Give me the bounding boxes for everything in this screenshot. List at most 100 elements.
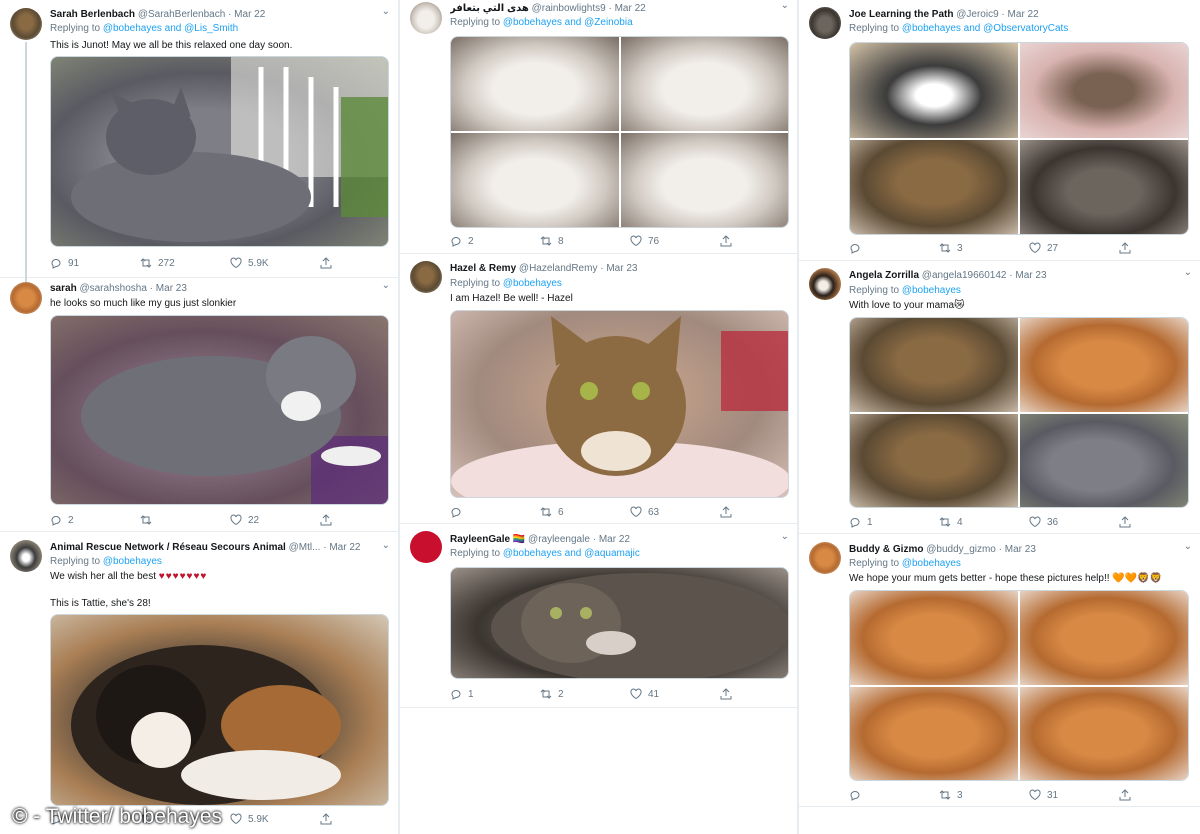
like-button[interactable]: 5.9K xyxy=(230,257,320,269)
share-button[interactable] xyxy=(720,506,732,518)
tweet-photo[interactable] xyxy=(1020,318,1188,412)
share-button[interactable] xyxy=(1119,242,1131,254)
display-name[interactable]: sarah xyxy=(50,283,77,294)
reply-button[interactable] xyxy=(849,789,939,801)
tweet-photo[interactable] xyxy=(50,315,389,505)
reply-button[interactable]: 1 xyxy=(450,688,540,700)
user-handle[interactable]: @sarahshosha xyxy=(79,283,146,294)
mention-link[interactable]: @bobehayes xyxy=(902,285,961,296)
like-button[interactable]: 76 xyxy=(630,235,720,247)
share-button[interactable] xyxy=(320,257,332,269)
tweet-photo[interactable] xyxy=(50,56,389,247)
reply-button[interactable]: 1 xyxy=(849,516,939,528)
tweet-photo[interactable] xyxy=(50,614,389,806)
tweet-photo[interactable] xyxy=(450,567,789,679)
tweet-date[interactable]: Mar 22 xyxy=(599,534,630,545)
mention-link[interactable]: @bobehayes xyxy=(902,558,961,569)
avatar[interactable] xyxy=(809,542,841,574)
tweet-date[interactable]: Mar 22 xyxy=(1008,9,1039,20)
tweet-photo[interactable] xyxy=(451,37,619,131)
reply-button[interactable] xyxy=(849,242,939,254)
display-name[interactable]: Angela Zorrilla xyxy=(849,270,919,281)
mention-link[interactable]: @bobehayes and @Lis_Smith xyxy=(103,23,238,34)
tweet-card[interactable]: Sarah Berlenbach @SarahBerlenbach · Mar … xyxy=(0,0,398,278)
retweet-button[interactable]: 8 xyxy=(540,235,630,247)
tweet-photo[interactable] xyxy=(850,413,1018,507)
display-name[interactable]: Hazel & Remy xyxy=(450,263,516,274)
tweet-date[interactable]: Mar 23 xyxy=(1015,270,1046,281)
tweet-photo[interactable] xyxy=(620,133,788,227)
chevron-down-icon[interactable]: ⌄ xyxy=(1184,267,1192,278)
user-handle[interactable]: @angela19660142 xyxy=(922,270,1007,281)
avatar[interactable] xyxy=(410,2,442,34)
user-handle[interactable]: @HazelandRemy xyxy=(519,263,598,274)
tweet-card[interactable]: sarah @sarahshosha · Mar 23 ⌄ he looks s… xyxy=(0,278,398,532)
tweet-date[interactable]: Mar 22 xyxy=(329,542,360,553)
mention-link[interactable]: @bobehayes and @aquamajic xyxy=(503,548,640,559)
avatar[interactable] xyxy=(410,261,442,293)
tweet-date[interactable]: Mar 22 xyxy=(615,3,646,14)
share-button[interactable] xyxy=(720,688,732,700)
user-handle[interactable]: @rayleengale xyxy=(528,534,590,545)
tweet-photo[interactable] xyxy=(850,43,1018,138)
avatar[interactable] xyxy=(410,531,442,563)
mention-link[interactable]: @bobehayes and @ObservatoryCats xyxy=(902,23,1069,34)
tweet-photo[interactable] xyxy=(850,139,1018,234)
tweet-photo[interactable] xyxy=(620,37,788,131)
tweet-date[interactable]: Mar 23 xyxy=(606,263,637,274)
like-button[interactable]: 5.9K xyxy=(230,813,320,825)
like-button[interactable]: 41 xyxy=(630,688,720,700)
chevron-down-icon[interactable]: ⌄ xyxy=(382,6,390,17)
chevron-down-icon[interactable]: ⌄ xyxy=(382,280,390,291)
tweet-date[interactable]: Mar 23 xyxy=(156,283,187,294)
avatar[interactable] xyxy=(809,7,841,39)
reply-button[interactable]: 2 xyxy=(450,235,540,247)
reply-button[interactable] xyxy=(450,506,540,518)
tweet-card[interactable]: RayleenGale 🏳️‍🌈 @rayleengale · Mar 22 ⌄… xyxy=(400,525,797,708)
tweet-photo[interactable] xyxy=(1020,686,1188,780)
chevron-down-icon[interactable]: ⌄ xyxy=(781,0,789,11)
retweet-button[interactable]: 3 xyxy=(939,789,1029,801)
display-name[interactable]: Sarah Berlenbach xyxy=(50,9,135,20)
like-button[interactable]: 22 xyxy=(230,514,320,526)
share-button[interactable] xyxy=(320,514,332,526)
chevron-down-icon[interactable]: ⌄ xyxy=(382,540,390,551)
like-button[interactable]: 31 xyxy=(1029,789,1119,801)
display-name[interactable]: Animal Rescue Network / Réseau Secours A… xyxy=(50,542,286,553)
user-handle[interactable]: @rainbowlights9 xyxy=(532,3,606,14)
user-handle[interactable]: @Mtl... xyxy=(289,542,321,553)
tweet-card[interactable]: Angela Zorrilla @angela19660142 · Mar 23… xyxy=(799,262,1200,534)
retweet-button[interactable]: 6 xyxy=(540,506,630,518)
display-name[interactable]: هدى التي بتعافر xyxy=(450,3,529,14)
display-name[interactable]: Joe Learning the Path xyxy=(849,9,953,20)
tweet-photo[interactable] xyxy=(1020,43,1188,138)
retweet-button[interactable]: 2 xyxy=(540,688,630,700)
avatar[interactable] xyxy=(10,540,42,572)
chevron-down-icon[interactable]: ⌄ xyxy=(781,531,789,542)
mention-link[interactable]: @bobehayes xyxy=(103,556,162,567)
tweet-date[interactable]: Mar 23 xyxy=(1005,544,1036,555)
display-name[interactable]: RayleenGale 🏳️‍🌈 xyxy=(450,534,525,545)
share-button[interactable] xyxy=(1119,516,1131,528)
avatar[interactable] xyxy=(809,268,841,300)
reply-button[interactable]: 91 xyxy=(50,257,140,269)
tweet-photo[interactable] xyxy=(850,318,1018,412)
tweet-card[interactable]: Buddy & Gizmo @buddy_gizmo · Mar 23 ⌄ Re… xyxy=(799,535,1200,807)
tweet-photo[interactable] xyxy=(451,133,619,227)
retweet-button[interactable]: 4 xyxy=(939,516,1029,528)
tweet-photo[interactable] xyxy=(850,591,1018,685)
tweet-card[interactable]: Animal Rescue Network / Réseau Secours A… xyxy=(0,533,398,834)
user-handle[interactable]: @buddy_gizmo xyxy=(926,544,996,555)
tweet-photo[interactable] xyxy=(1020,591,1188,685)
like-button[interactable]: 27 xyxy=(1029,242,1119,254)
chevron-down-icon[interactable]: ⌄ xyxy=(1184,541,1192,552)
display-name[interactable]: Buddy & Gizmo xyxy=(849,544,923,555)
retweet-button[interactable]: 3 xyxy=(939,242,1029,254)
avatar[interactable] xyxy=(10,282,42,314)
avatar[interactable] xyxy=(10,8,42,40)
tweet-card[interactable]: Joe Learning the Path @Jeroic9 · Mar 22 … xyxy=(799,0,1200,261)
reply-button[interactable]: 2 xyxy=(50,514,140,526)
retweet-button[interactable] xyxy=(140,514,230,526)
retweet-button[interactable]: 272 xyxy=(140,257,230,269)
like-button[interactable]: 63 xyxy=(630,506,720,518)
